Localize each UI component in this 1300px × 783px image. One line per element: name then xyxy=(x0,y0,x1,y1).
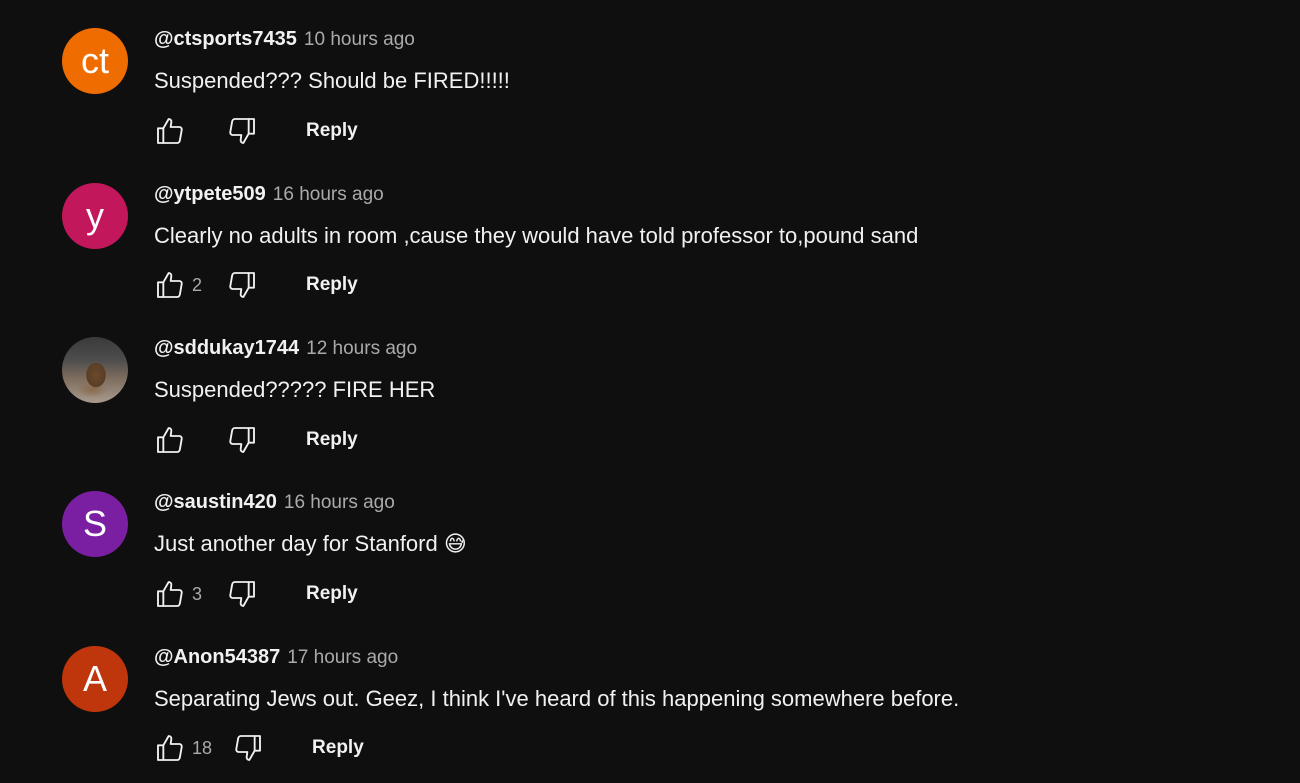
avatar[interactable]: y xyxy=(62,183,128,249)
thumbs-up-icon xyxy=(157,581,183,607)
avatar[interactable]: ct xyxy=(62,28,128,94)
comment-text: Just another day for Stanford 😅 xyxy=(154,531,467,556)
like-count: 2 xyxy=(192,274,203,295)
comment-actions: Reply xyxy=(152,420,368,460)
dislike-button[interactable] xyxy=(224,576,260,612)
comment-header: @ytpete509 16 hours ago xyxy=(154,183,1254,211)
reply-button[interactable]: Reply xyxy=(296,114,368,148)
comment-text: Separating Jews out. Geez, I think I've … xyxy=(154,686,960,711)
thumbs-down-icon xyxy=(235,735,261,761)
comment-header: @ctsports7435 10 hours ago xyxy=(154,28,1254,56)
like-button[interactable] xyxy=(152,267,188,303)
comment-actions: Reply xyxy=(152,111,368,151)
comment-actions: 18 Reply xyxy=(152,728,374,768)
avatar[interactable]: A xyxy=(62,646,128,712)
like-count: 18 xyxy=(192,737,213,758)
reply-button[interactable]: Reply xyxy=(296,423,368,457)
comment-body: @ctsports7435 10 hours ago Suspended??? … xyxy=(154,28,1254,94)
thumbs-up-icon xyxy=(157,427,183,453)
like-count: 3 xyxy=(192,583,203,604)
thumbs-down-icon xyxy=(229,581,255,607)
dislike-button[interactable] xyxy=(230,730,266,766)
avatar[interactable] xyxy=(62,337,128,403)
reply-button[interactable]: Reply xyxy=(302,731,374,765)
thumbs-up-icon xyxy=(157,272,183,298)
timestamp[interactable]: 10 hours ago xyxy=(304,29,415,51)
thumbs-down-icon xyxy=(229,427,255,453)
comment-text: Clearly no adults in room ,cause they wo… xyxy=(154,223,919,248)
comment-header: @sddukay1744 12 hours ago xyxy=(154,337,1254,365)
comment-actions: 3 Reply xyxy=(152,574,368,614)
avatar[interactable]: S xyxy=(62,491,128,557)
dislike-button[interactable] xyxy=(224,113,260,149)
comment-actions: 2 Reply xyxy=(152,265,368,305)
author-name[interactable]: @sddukay1744 xyxy=(154,337,299,360)
timestamp[interactable]: 12 hours ago xyxy=(306,338,417,360)
author-name[interactable]: @Anon54387 xyxy=(154,646,280,669)
like-button[interactable] xyxy=(152,730,188,766)
like-button[interactable] xyxy=(152,576,188,612)
thumbs-down-icon xyxy=(229,272,255,298)
comment-body: @Anon54387 17 hours ago Separating Jews … xyxy=(154,646,1254,712)
comment-text: Suspended??? Should be FIRED!!!!! xyxy=(154,68,510,93)
timestamp[interactable]: 16 hours ago xyxy=(284,492,395,514)
like-button[interactable] xyxy=(152,113,188,149)
author-name[interactable]: @saustin420 xyxy=(154,491,277,514)
comment-body: @ytpete509 16 hours ago Clearly no adult… xyxy=(154,183,1254,249)
dislike-button[interactable] xyxy=(224,267,260,303)
thumbs-up-icon xyxy=(157,118,183,144)
thumbs-up-icon xyxy=(157,735,183,761)
thumbs-down-icon xyxy=(229,118,255,144)
author-name[interactable]: @ytpete509 xyxy=(154,183,266,206)
reply-button[interactable]: Reply xyxy=(296,577,368,611)
comment-header: @Anon54387 17 hours ago xyxy=(154,646,1254,674)
timestamp[interactable]: 16 hours ago xyxy=(273,184,384,206)
author-name[interactable]: @ctsports7435 xyxy=(154,28,297,51)
timestamp[interactable]: 17 hours ago xyxy=(287,647,398,669)
comment-text: Suspended????? FIRE HER xyxy=(154,377,436,402)
comment-body: @sddukay1744 12 hours ago Suspended?????… xyxy=(154,337,1254,403)
reply-button[interactable]: Reply xyxy=(296,268,368,302)
comment-body: @saustin420 16 hours ago Just another da… xyxy=(154,491,1254,557)
comment-header: @saustin420 16 hours ago xyxy=(154,491,1254,519)
dislike-button[interactable] xyxy=(224,422,260,458)
like-button[interactable] xyxy=(152,422,188,458)
